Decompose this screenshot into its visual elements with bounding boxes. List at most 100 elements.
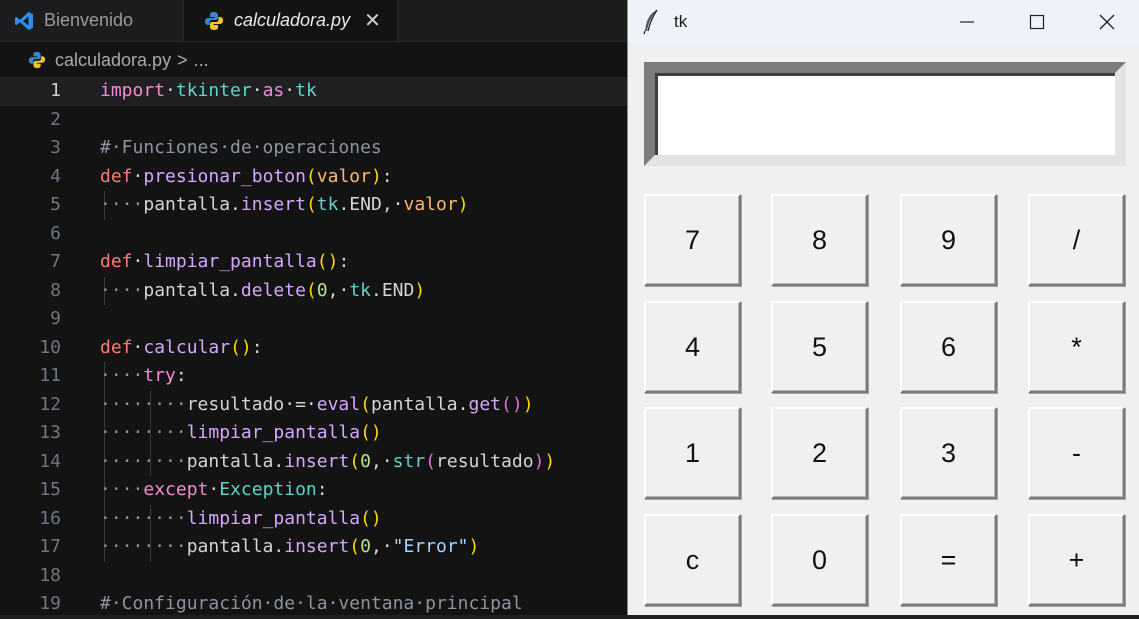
tab-bienvenido[interactable]: Bienvenido	[0, 0, 184, 41]
code-line[interactable]: 2	[0, 106, 640, 135]
tab-label: Bienvenido	[44, 10, 134, 30]
code-line[interactable]: 1 import·tkinter·as·tk	[0, 77, 640, 106]
code-line[interactable]: 7 def·limpiar_pantalla():	[0, 248, 640, 277]
display-value	[655, 73, 1115, 155]
key-add-button[interactable]: +	[1028, 514, 1125, 606]
code-token: valor	[316, 165, 371, 187]
code-text: ····except·Exception:	[100, 476, 328, 505]
code-token: ····	[100, 279, 144, 301]
breadcrumb-more[interactable]: ...	[194, 50, 209, 71]
breadcrumb-separator: >	[177, 49, 188, 70]
code-token: ········	[100, 450, 187, 472]
code-line[interactable]: 16 ········limpiar_pantalla()	[0, 504, 640, 533]
code-token: 0	[360, 450, 371, 472]
code-line[interactable]: 6	[0, 220, 640, 249]
key-equals-button[interactable]: =	[900, 514, 997, 606]
code-token: ()	[501, 393, 523, 415]
key-multiply-button[interactable]: *	[1028, 301, 1125, 393]
code-token: pantalla.	[186, 536, 285, 557]
code-token: (	[305, 194, 317, 215]
code-token: valor	[403, 194, 458, 215]
code-token: as	[262, 80, 285, 101]
code-token: except	[143, 479, 209, 500]
code-token: tk	[349, 279, 371, 301]
key-3-button[interactable]: 3	[900, 407, 997, 499]
code-token: str	[392, 450, 426, 472]
code-token: :	[175, 365, 187, 386]
code-token: limpiar_pantalla	[186, 422, 361, 443]
key-clear-button[interactable]: c	[644, 514, 741, 606]
code-line[interactable]: 9	[0, 305, 640, 334]
code-line[interactable]: 4 def·presionar_boton(valor):	[0, 163, 640, 192]
calculator-display[interactable]	[644, 62, 1126, 166]
minimize-icon	[960, 20, 974, 23]
code-text: def·presionar_boton(valor):	[100, 163, 393, 192]
line-number: 19	[39, 593, 61, 614]
tk-window[interactable]: tk 7 8 9 / 4 5 6 * 1 2 3- c 0 = +	[627, 0, 1139, 615]
line-number: 16	[39, 507, 61, 529]
code-token: delete	[240, 279, 306, 301]
line-number: 14	[39, 450, 61, 472]
key-8-button[interactable]: 8	[771, 194, 868, 286]
code-token: def	[100, 251, 133, 272]
code-token: pantalla.	[186, 450, 285, 472]
code-token: ·	[284, 80, 296, 101]
maximize-icon	[1029, 14, 1045, 29]
tk-feather-icon	[643, 9, 658, 35]
line-number: 18	[39, 564, 61, 586]
code-token: 0	[316, 279, 328, 301]
code-text: ····pantalla.insert(tk.END,·valor)	[100, 191, 469, 220]
line-number: 7	[50, 251, 61, 272]
key-subtract-button[interactable]: -	[1028, 407, 1125, 499]
key-6-button[interactable]: 6	[900, 301, 997, 393]
key-2-button[interactable]: 2	[771, 407, 868, 499]
close-window-button[interactable]	[1072, 0, 1139, 43]
code-token: ()	[360, 507, 382, 529]
tab-calculadora[interactable]: calculadora.py ✕	[184, 0, 398, 41]
code-line[interactable]: 14 ········pantalla.insert(0,·str(resulta…	[0, 447, 640, 476]
code-line[interactable]: 19 #·Configuración·de·la·ventana·principa…	[0, 590, 640, 619]
window-titlebar[interactable]: tk	[628, 0, 1139, 43]
key-0-button[interactable]: 0	[771, 514, 868, 606]
code-area[interactable]: 1 import·tkinter·as·tk 2 3 #·Funciones·de·op…	[0, 77, 640, 619]
key-4-button[interactable]: 4	[644, 301, 741, 393]
close-tab-icon[interactable]: ✕	[364, 8, 381, 33]
code-token: pantalla.	[143, 279, 241, 301]
code-text: def·limpiar_pantalla():	[100, 248, 349, 277]
minimize-button[interactable]	[932, 0, 1002, 43]
code-text: ········pantalla.insert(0,·"Error")	[100, 533, 479, 562]
code-text: ····try:	[100, 362, 187, 391]
code-line[interactable]: 15 ····except·Exception:	[0, 476, 640, 505]
code-line[interactable]: 17 ········pantalla.insert(0,·"Error")	[0, 533, 640, 562]
code-token: eval	[316, 393, 361, 415]
code-text: ········resultado·=·eval(pantalla.get())	[100, 391, 534, 420]
code-token: (	[305, 165, 317, 187]
code-token: (	[349, 450, 361, 472]
line-number: 9	[50, 308, 61, 329]
key-7-button[interactable]: 7	[644, 194, 741, 286]
code-token: (	[360, 393, 371, 415]
key-5-button[interactable]: 5	[771, 301, 868, 393]
code-line[interactable]: 3 #·Funciones·de·operaciones	[0, 134, 640, 163]
key-divide-button[interactable]: /	[1028, 194, 1125, 286]
code-token: limpiar_pantalla	[143, 251, 317, 272]
code-token: calcular	[143, 336, 231, 358]
code-token: insert	[240, 194, 306, 215]
code-line[interactable]: 5 ····pantalla.insert(tk.END,·valor)	[0, 191, 640, 220]
code-token: tkinter	[175, 80, 252, 101]
maximize-button[interactable]	[1002, 0, 1072, 43]
key-1-button[interactable]: 1	[644, 407, 741, 499]
line-number: 8	[50, 279, 61, 301]
code-token: ····	[100, 479, 144, 500]
code-token: ········	[100, 393, 187, 415]
code-line[interactable]: 11 ····try:	[0, 362, 640, 391]
code-token: )	[522, 393, 534, 415]
code-line[interactable]: 8 ····pantalla.delete(0,·tk.END)	[0, 276, 640, 305]
code-token: ········	[100, 422, 187, 443]
breadcrumb-file[interactable]: calculadora.py	[55, 50, 171, 71]
code-line[interactable]: 12 ········resultado·=·eval(pantalla.get(…	[0, 390, 640, 420]
code-line[interactable]: 18	[0, 562, 640, 591]
code-line[interactable]: 10 def·calcular():	[0, 334, 640, 363]
code-line[interactable]: 13 ········limpiar_pantalla()	[0, 419, 640, 448]
key-9-button[interactable]: 9	[900, 194, 997, 286]
